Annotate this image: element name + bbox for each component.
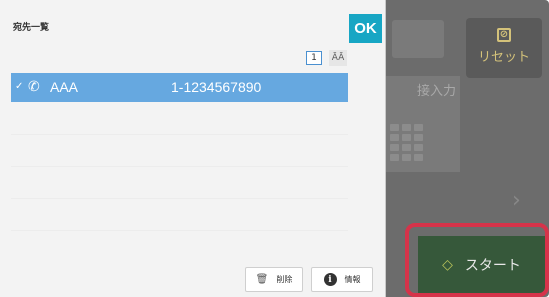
info-label: 情報 [344, 275, 361, 284]
delete-label: 削除 [276, 275, 293, 284]
address-number: 1-1234567890 [171, 79, 262, 95]
keypad-icon [390, 124, 423, 161]
dialog-title: 宛先一覧 [13, 23, 50, 33]
delete-button[interactable]: 🗑 削除 [245, 267, 303, 292]
address-list-dialog: 宛先一覧 OK 1 ĀĀ ✓ ✆ AAA 1-1234567890 🗑 削除 i… [0, 0, 386, 297]
chevron-right-icon: › [512, 188, 521, 213]
start-button[interactable]: ◇ スタート [418, 236, 545, 293]
page-number: 1 [306, 51, 322, 65]
reset-icon: ⊘ [497, 28, 511, 42]
ok-button[interactable]: OK [349, 14, 382, 43]
info-button[interactable]: i 情報 [311, 267, 373, 292]
check-icon: ✓ [15, 81, 24, 92]
info-icon: i [323, 273, 337, 286]
sort-icon[interactable]: ĀĀ [329, 50, 347, 66]
direct-input-label: 接入力 [416, 84, 456, 99]
address-row-selected[interactable]: ✓ ✆ AAA 1-1234567890 [11, 73, 348, 102]
list-divider [11, 134, 348, 135]
background-toolbar-button [392, 20, 444, 58]
start-icon: ◇ [442, 256, 453, 273]
reset-button[interactable]: ⊘ リセット [466, 18, 542, 78]
list-divider [11, 166, 348, 167]
reset-label: リセット [477, 50, 530, 65]
start-label: スタート [464, 257, 521, 274]
list-divider [11, 230, 348, 231]
list-divider [11, 198, 348, 199]
address-name: AAA [50, 79, 79, 95]
phone-icon: ✆ [28, 78, 40, 94]
trash-icon: 🗑 [255, 274, 269, 285]
